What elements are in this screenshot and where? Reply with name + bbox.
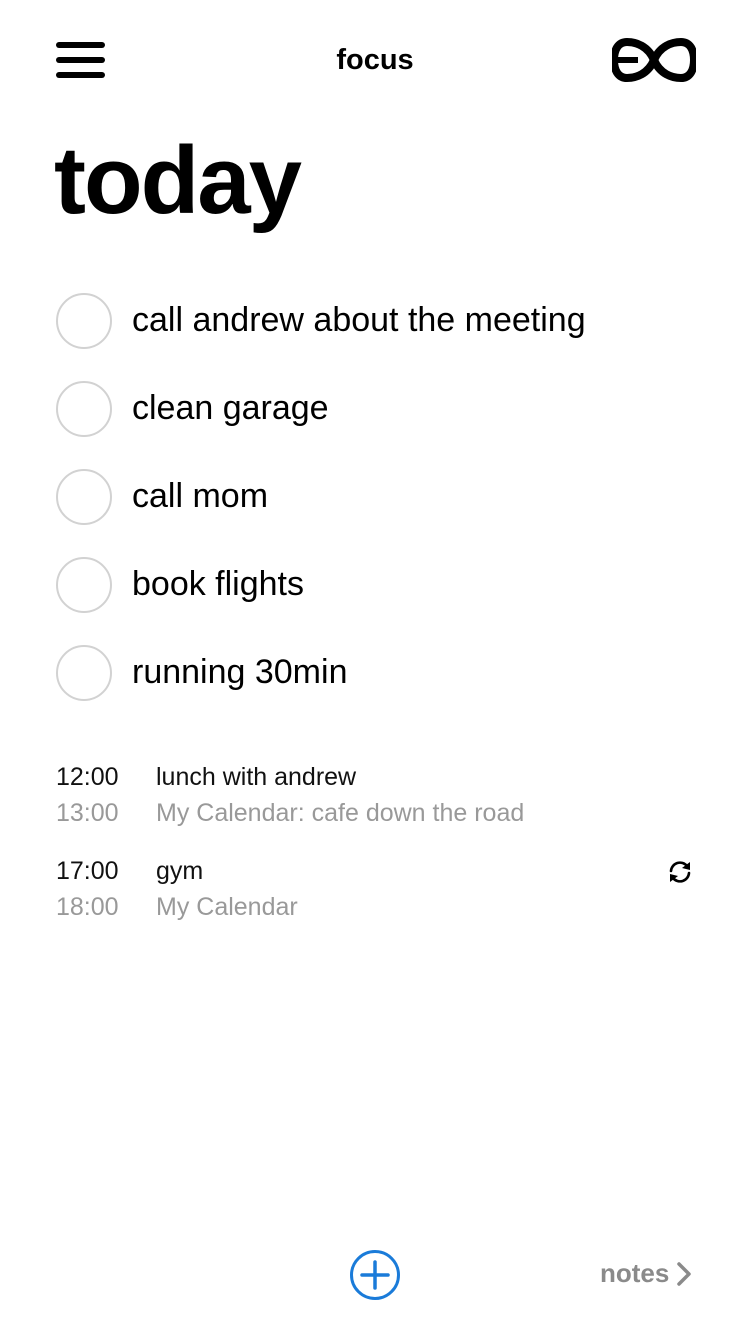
task-label[interactable]: call mom (132, 479, 268, 513)
task-item: book flights (56, 554, 696, 614)
logo-button[interactable] (609, 37, 699, 83)
calendar-event[interactable]: 12:00 lunch with andrew 13:00 My Calenda… (56, 762, 696, 834)
chevron-right-icon (677, 1261, 692, 1286)
event-detail: My Calendar: cafe down the road (156, 799, 525, 827)
event-title: gym (156, 857, 204, 885)
event-start-time: 17:00 (56, 857, 119, 885)
task-checkbox[interactable] (56, 293, 112, 349)
notes-link[interactable]: notes (600, 1258, 692, 1292)
task-label[interactable]: clean garage (132, 391, 329, 425)
event-end-time: 13:00 (56, 799, 119, 827)
event-title: lunch with andrew (156, 763, 357, 791)
plus-circle-icon (350, 1250, 400, 1300)
event-start-time: 12:00 (56, 763, 119, 791)
task-checkbox[interactable] (56, 645, 112, 701)
task-label[interactable]: call andrew about the meeting (132, 303, 586, 337)
task-item: call mom (56, 466, 696, 526)
task-item: call andrew about the meeting (56, 290, 696, 350)
infinity-logo-icon (609, 37, 699, 83)
calendar-event[interactable]: 17:00 gym 18:00 My Calendar (56, 856, 696, 928)
notes-label: notes (600, 1258, 670, 1288)
add-task-button[interactable] (349, 1249, 401, 1301)
page-title: today (54, 127, 302, 234)
event-end-time: 18:00 (56, 893, 119, 921)
task-checkbox[interactable] (56, 381, 112, 437)
top-bar: focus (0, 0, 750, 120)
task-checkbox[interactable] (56, 557, 112, 613)
repeat-icon (669, 861, 691, 883)
event-detail: My Calendar (156, 893, 298, 921)
task-checkbox[interactable] (56, 469, 112, 525)
task-item: running 30min (56, 642, 696, 702)
task-label[interactable]: book flights (132, 567, 304, 601)
task-label[interactable]: running 30min (132, 655, 347, 689)
task-item: clean garage (56, 378, 696, 438)
